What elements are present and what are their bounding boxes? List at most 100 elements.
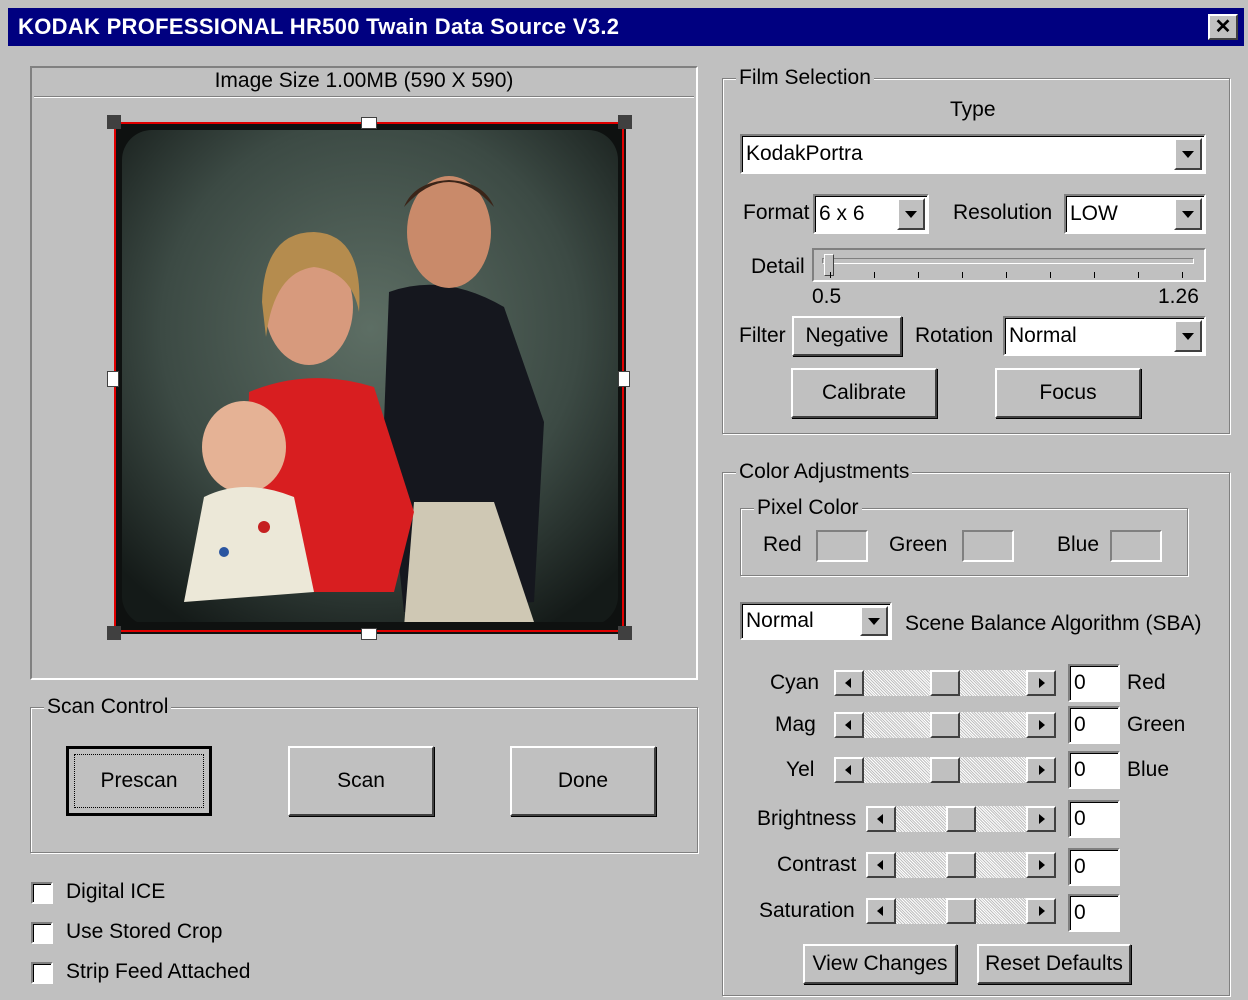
contrast-value-field[interactable]: 0 xyxy=(1068,848,1120,886)
crop-handle-bottom[interactable] xyxy=(361,628,377,640)
yel-scrollbar-thumb[interactable] xyxy=(930,757,960,783)
saturation-scrollbar[interactable] xyxy=(866,898,1056,924)
prescan-focus-ring: Prescan xyxy=(74,754,204,808)
resolution-value: LOW xyxy=(1070,202,1118,225)
arrow-right-icon[interactable] xyxy=(1026,670,1056,696)
scan-button[interactable]: Scan xyxy=(288,746,434,816)
use-stored-crop-label[interactable]: Use Stored Crop xyxy=(66,920,222,944)
mag-scrollbar-thumb[interactable] xyxy=(930,712,960,738)
filter-label: Filter xyxy=(739,324,786,347)
saturation-value-field[interactable]: 0 xyxy=(1068,894,1120,932)
image-size-label: Image Size 1.00MB (590 X 590) xyxy=(214,69,514,92)
pixel-red-value xyxy=(816,530,868,562)
reset-defaults-label: Reset Defaults xyxy=(985,952,1123,975)
detail-min-label: 0.5 xyxy=(812,285,842,308)
crop-handle-right[interactable] xyxy=(618,371,630,387)
brightness-scrollbar-thumb[interactable] xyxy=(946,806,976,832)
strip-feed-checkbox[interactable] xyxy=(31,962,53,984)
brightness-scrollbar[interactable] xyxy=(866,806,1056,832)
contrast-scrollbar[interactable] xyxy=(866,852,1056,878)
prescan-label: Prescan xyxy=(100,769,178,792)
yel-value-field[interactable]: 0 xyxy=(1068,751,1120,789)
arrow-right-icon[interactable] xyxy=(1026,806,1056,832)
cyan-scrollbar[interactable] xyxy=(834,670,1056,696)
arrow-left-icon[interactable] xyxy=(834,712,864,738)
arrow-left-icon[interactable] xyxy=(866,898,896,924)
crop-handle-bottom-left[interactable] xyxy=(107,626,121,640)
mag-right-label: Green xyxy=(1127,713,1186,736)
sba-value: Normal xyxy=(746,609,814,632)
title-bar[interactable]: KODAK PROFESSIONAL HR500 Twain Data Sour… xyxy=(8,8,1244,46)
crop-handle-left[interactable] xyxy=(107,371,119,387)
saturation-value: 0 xyxy=(1074,901,1086,924)
saturation-label: Saturation xyxy=(759,899,855,922)
chevron-down-icon[interactable] xyxy=(860,606,888,636)
view-changes-button[interactable]: View Changes xyxy=(803,944,957,984)
arrow-right-icon[interactable] xyxy=(1026,757,1056,783)
crop-handle-top[interactable] xyxy=(361,117,377,129)
format-dropdown[interactable]: 6 x 6 xyxy=(813,194,929,234)
yel-value: 0 xyxy=(1074,758,1086,781)
filter-negative-button[interactable]: Negative xyxy=(792,316,902,356)
detail-max-label: 1.26 xyxy=(1158,285,1199,308)
resolution-dropdown[interactable]: LOW xyxy=(1064,194,1206,234)
reset-defaults-button[interactable]: Reset Defaults xyxy=(977,944,1131,984)
view-changes-label: View Changes xyxy=(812,952,948,975)
prescan-button[interactable]: Prescan xyxy=(66,746,212,816)
use-stored-crop-checkbox[interactable] xyxy=(31,922,53,944)
crop-handle-top-right[interactable] xyxy=(618,115,632,129)
color-adjustments-legend: Color Adjustments xyxy=(736,460,913,484)
digital-ice-label[interactable]: Digital ICE xyxy=(66,880,165,904)
detail-slider-ticks xyxy=(830,272,1190,278)
detail-slider[interactable] xyxy=(812,248,1206,282)
chevron-down-icon[interactable] xyxy=(1174,198,1202,230)
chevron-down-icon[interactable] xyxy=(1174,320,1202,352)
pixel-blue-value xyxy=(1110,530,1162,562)
arrow-left-icon[interactable] xyxy=(834,757,864,783)
digital-ice-checkbox[interactable] xyxy=(31,882,53,904)
calibrate-button[interactable]: Calibrate xyxy=(791,368,937,418)
arrow-left-icon[interactable] xyxy=(834,670,864,696)
yel-label: Yel xyxy=(786,758,815,781)
arrow-left-icon[interactable] xyxy=(866,806,896,832)
mag-scrollbar[interactable] xyxy=(834,712,1056,738)
arrow-left-icon[interactable] xyxy=(866,852,896,878)
rotation-dropdown[interactable]: Normal xyxy=(1003,316,1206,356)
pixel-green-label: Green xyxy=(889,533,948,556)
focus-button[interactable]: Focus xyxy=(995,368,1141,418)
cyan-value: 0 xyxy=(1074,671,1086,694)
cyan-label: Cyan xyxy=(770,671,820,694)
arrow-right-icon[interactable] xyxy=(1026,852,1056,878)
scan-control-legend: Scan Control xyxy=(44,695,172,719)
yel-right-label: Blue xyxy=(1127,758,1170,781)
strip-feed-label[interactable]: Strip Feed Attached xyxy=(66,960,250,984)
yel-scrollbar[interactable] xyxy=(834,757,1056,783)
contrast-label: Contrast xyxy=(777,853,857,876)
type-value: KodakPortra xyxy=(746,142,863,165)
mag-value-field[interactable]: 0 xyxy=(1068,706,1120,744)
close-button[interactable]: ✕ xyxy=(1208,14,1238,40)
cyan-scrollbar-thumb[interactable] xyxy=(930,670,960,696)
crop-handle-top-left[interactable] xyxy=(107,115,121,129)
arrow-right-icon[interactable] xyxy=(1026,898,1056,924)
detail-label: Detail xyxy=(751,255,805,278)
arrow-right-icon[interactable] xyxy=(1026,712,1056,738)
brightness-label: Brightness xyxy=(757,807,857,830)
rotation-value: Normal xyxy=(1009,324,1077,347)
chevron-down-icon[interactable] xyxy=(897,198,925,230)
pixel-red-label: Red xyxy=(763,533,802,556)
sba-dropdown[interactable]: Normal xyxy=(740,602,892,640)
type-dropdown[interactable]: KodakPortra xyxy=(740,134,1206,174)
calibrate-label: Calibrate xyxy=(821,381,907,404)
cyan-value-field[interactable]: 0 xyxy=(1068,664,1120,702)
contrast-scrollbar-thumb[interactable] xyxy=(946,852,976,878)
crop-rectangle[interactable] xyxy=(114,122,624,632)
saturation-scrollbar-thumb[interactable] xyxy=(946,898,976,924)
chevron-down-icon[interactable] xyxy=(1174,138,1202,170)
pixel-blue-label: Blue xyxy=(1057,533,1100,556)
brightness-value-field[interactable]: 0 xyxy=(1068,800,1120,838)
done-button[interactable]: Done xyxy=(510,746,656,816)
format-value: 6 x 6 xyxy=(819,202,865,225)
crop-handle-bottom-right[interactable] xyxy=(618,626,632,640)
type-label: Type xyxy=(950,98,996,121)
